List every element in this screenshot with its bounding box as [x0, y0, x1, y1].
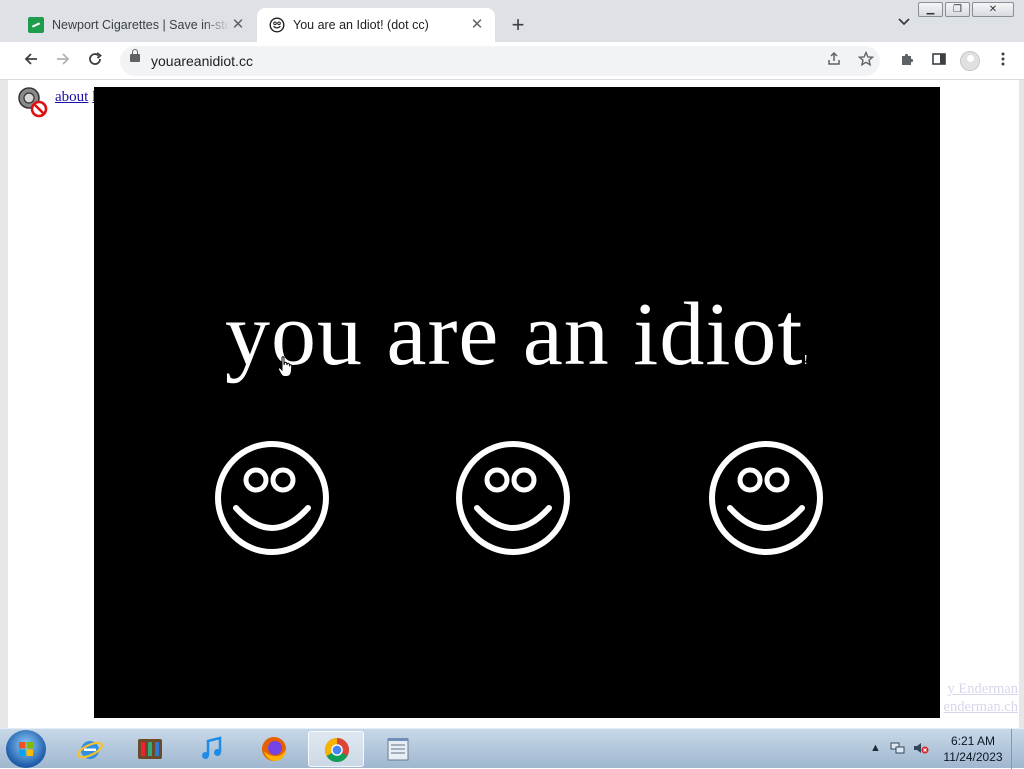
taskbar-itunes[interactable]: [184, 731, 240, 767]
window-controls: ▁ ❐ ✕: [918, 2, 1014, 17]
side-panel-icon[interactable]: [928, 50, 950, 72]
clock[interactable]: 6:21 AM 11/24/2023: [938, 733, 1008, 765]
windows-taskbar: ▲ 6:21 AM 11/24/2023: [0, 728, 1024, 769]
new-tab-button[interactable]: +: [506, 13, 530, 37]
taskbar-internet-explorer[interactable]: [62, 731, 118, 767]
notepad-icon: [387, 738, 409, 761]
headline: you are an idiot!: [94, 283, 940, 386]
clock-time: 6:21 AM: [950, 734, 996, 748]
smiley-face-icon: [709, 441, 823, 555]
taskbar-firefox[interactable]: [246, 731, 302, 767]
hand-pointer-cursor-icon: [277, 356, 293, 377]
minimize-button[interactable]: ▁: [918, 2, 943, 17]
tab-title: You are an Idiot! (dot cc): [293, 18, 429, 32]
tab-strip: Newport Cigarettes | Save in-store ✕ You…: [0, 0, 1024, 42]
url-text[interactable]: youareanidiot.cc: [151, 53, 253, 69]
taskbar-chrome[interactable]: [308, 731, 364, 767]
forward-icon[interactable]: [52, 50, 74, 72]
window-right-border: [1019, 80, 1024, 728]
reload-icon[interactable]: [84, 50, 106, 72]
headline-trailing-mark: !: [803, 353, 809, 368]
nav-link-about[interactable]: about: [55, 89, 88, 105]
volume-muted-icon[interactable]: [913, 741, 929, 755]
media-player-icon: [138, 739, 162, 759]
clock-date: 11/24/2023: [943, 750, 1003, 764]
web-page: abouthistoryflash you are an idiot! y En…: [0, 80, 1024, 728]
extensions-puzzle-icon[interactable]: [896, 50, 918, 72]
close-window-button[interactable]: ✕: [972, 2, 1014, 17]
bookmark-star-icon[interactable]: [857, 50, 875, 72]
smiley-face-icon: [456, 441, 570, 555]
credit-author-link[interactable]: y Enderman: [948, 681, 1018, 697]
animation-stage[interactable]: you are an idiot!: [94, 87, 940, 718]
lock-icon[interactable]: [130, 49, 140, 62]
address-bar[interactable]: youareanidiot.cc: [120, 46, 880, 76]
menu-kebab-icon[interactable]: [992, 50, 1014, 72]
maximize-button[interactable]: ❐: [945, 2, 970, 17]
itunes-icon: [202, 736, 222, 759]
tab-search-chevron-icon[interactable]: [898, 15, 910, 29]
profile-avatar[interactable]: [960, 51, 980, 71]
taskbar-media-player[interactable]: [122, 731, 178, 767]
tab-title: Newport Cigarettes | Save in-store: [52, 18, 230, 32]
chrome-icon: [324, 738, 349, 763]
tray-expand-icon[interactable]: ▲: [870, 742, 881, 754]
back-icon[interactable]: [20, 50, 42, 72]
credits: y Enderman enderman.ch: [944, 680, 1018, 716]
tab-you-are-an-idiot[interactable]: You are an Idiot! (dot cc) ✕: [257, 8, 495, 42]
headline-text: you are an idiot: [225, 285, 804, 384]
browser-toolbar: youareanidiot.cc: [0, 42, 1024, 80]
internet-explorer-icon: [76, 741, 104, 759]
credit-site-link[interactable]: enderman.ch: [944, 699, 1018, 715]
no-flash-logo-icon: [18, 87, 48, 118]
system-tray: ▲: [870, 741, 929, 755]
tab-close-icon[interactable]: ✕: [469, 17, 485, 33]
network-icon[interactable]: [890, 741, 906, 755]
smiley-favicon-icon: [269, 17, 285, 33]
smiley-face-icon: [215, 441, 329, 555]
show-desktop-button[interactable]: [1011, 729, 1024, 769]
windows-logo-icon: [19, 742, 33, 756]
taskbar-notepad[interactable]: [370, 731, 426, 767]
start-button[interactable]: [6, 730, 46, 768]
share-icon[interactable]: [826, 51, 842, 72]
tab-close-icon[interactable]: ✕: [230, 17, 246, 33]
newport-favicon-icon: [28, 17, 44, 33]
firefox-icon: [262, 737, 286, 761]
window-left-border: [0, 80, 8, 728]
tab-newport[interactable]: Newport Cigarettes | Save in-store ✕: [16, 8, 256, 42]
